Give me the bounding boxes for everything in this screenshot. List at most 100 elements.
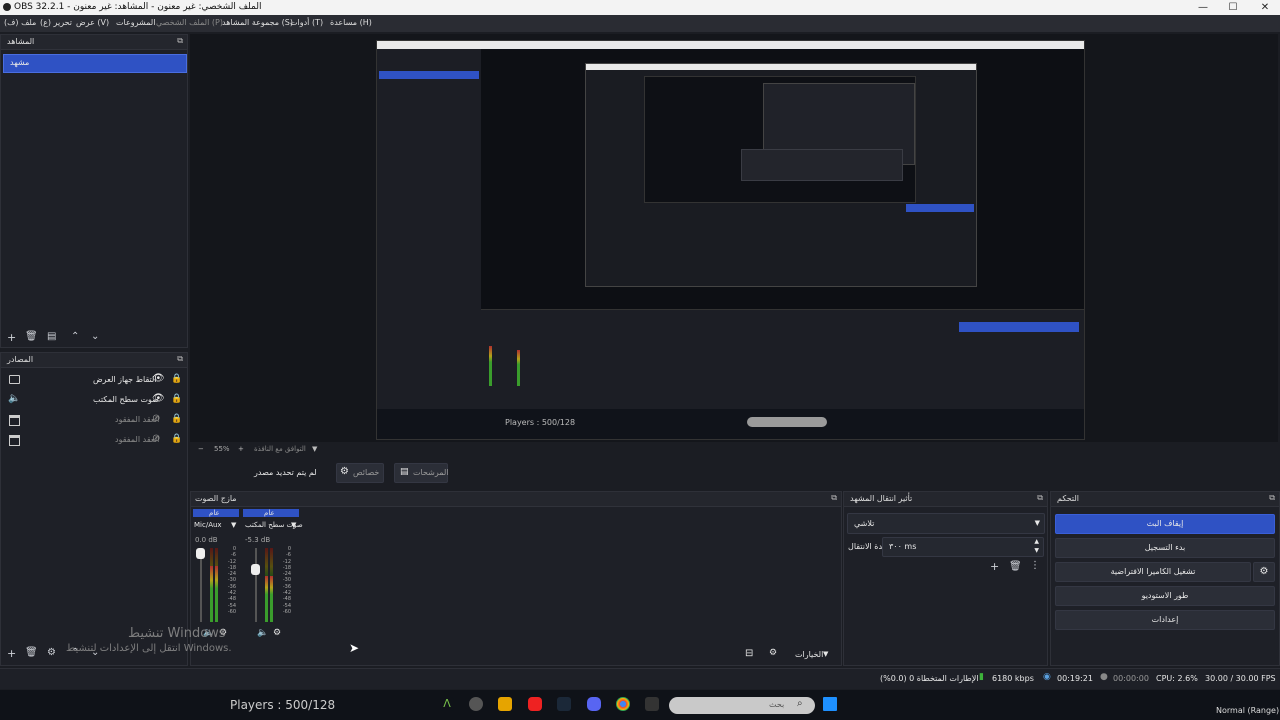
filters-button[interactable]: ▤ المرشحات [394, 463, 449, 483]
undock-icon[interactable]: ⧉ [177, 36, 183, 46]
nvidia-icon[interactable]: Λ [440, 697, 454, 711]
app-r-icon[interactable] [498, 697, 512, 711]
advanced-audio-icon[interactable]: ⚙ [769, 648, 777, 658]
scene-item[interactable]: مشهد [3, 54, 187, 73]
taskbar-app-icon[interactable] [645, 697, 659, 711]
menu-profile[interactable]: الملف الشخصي (P) [156, 18, 223, 27]
audio-mixer-panel: مازج الصوت ⧉ عام Mic/Aux ▼ 0.0 dB 0 -6 -12… [190, 491, 842, 666]
title-bar: OBS 32.2.1 - الملف الشخصي: غير معنون - ا… [0, 0, 1280, 15]
add-transition-icon[interactable]: + [990, 560, 999, 573]
chevron-down-icon[interactable]: ▼ [312, 445, 317, 453]
close-button[interactable]: ✕ [1250, 0, 1280, 15]
nested-scenes-panel [377, 49, 481, 409]
delete-source-icon[interactable]: 🗑 [25, 647, 38, 658]
minimize-button[interactable]: — [1188, 0, 1218, 15]
chevron-down-icon: ▼ [1034, 519, 1040, 527]
level-meter [265, 576, 268, 622]
menu-scene-collection[interactable]: مجموعة المشاهد (S) [222, 18, 293, 27]
channel-tag-label: عام [209, 509, 220, 517]
move-up-icon[interactable]: ⌃ [71, 331, 79, 342]
nested-preview [644, 76, 916, 203]
discord-icon[interactable] [587, 697, 601, 711]
record-icon: ● [1100, 672, 1108, 682]
scenes-header: المشاهد ⧉ [1, 35, 187, 50]
virtual-camera-button[interactable]: تشغيل الكاميرا الافتراضية [1055, 562, 1251, 582]
lock-icon[interactable]: 🔒 [171, 414, 182, 424]
properties-button[interactable]: ⚙ خصائص [336, 463, 384, 483]
zoom-in-icon[interactable]: + [238, 445, 244, 453]
volume-slider-handle[interactable] [251, 564, 260, 575]
transitions-header: تأثير انتقال المشهد ⧉ [844, 492, 1047, 507]
stepper-up-icon[interactable]: ▲ [1034, 538, 1039, 545]
lock-icon[interactable]: 🔒 [171, 434, 182, 444]
eye-hidden-icon[interactable]: ⊘ [152, 413, 160, 424]
volume-slider-track[interactable] [255, 548, 257, 622]
chrome-icon[interactable] [616, 697, 630, 711]
menu-file[interactable]: ملف (ف) [4, 18, 36, 27]
options-label[interactable]: الخيارات [795, 650, 823, 659]
undock-icon[interactable]: ⧉ [831, 493, 837, 503]
transition-select[interactable]: تلاشي ▼ [847, 513, 1045, 534]
nested-mixer [741, 149, 903, 181]
window-icon [9, 415, 20, 426]
eye-icon[interactable]: 👁 [152, 373, 165, 384]
more-options-icon[interactable]: ⋮ [1030, 560, 1040, 571]
scene-filters-icon[interactable]: ▤ [47, 331, 56, 342]
eye-hidden-icon[interactable]: ⊘ [152, 433, 160, 444]
undock-icon[interactable]: ⧉ [1037, 493, 1043, 503]
add-scene-icon[interactable]: + [7, 331, 16, 344]
filters-label: المرشحات [413, 468, 449, 477]
youtube-icon[interactable] [528, 697, 542, 711]
duration-input[interactable]: ٣٠٠ ms ▲ ▼ [882, 537, 1044, 557]
menu-tools[interactable]: أدوات (T) [290, 18, 323, 27]
mixer-layout-icon[interactable]: ⊟ [745, 648, 753, 659]
source-item[interactable]: العقد المفقود ⊘ 🔒 [1, 413, 187, 431]
source-settings-icon[interactable]: ⚙ [47, 647, 56, 658]
undock-icon[interactable]: ⧉ [177, 354, 183, 364]
channel-dropdown-icon[interactable]: ▼ [231, 521, 236, 529]
mixer-settings-icon[interactable]: ⚙ [273, 628, 281, 638]
nested-control-button [906, 204, 974, 212]
channel-dropdown-icon[interactable]: ▼ [291, 521, 296, 529]
source-item[interactable]: التقاط جهاز العرض 👁 🔒 [1, 373, 187, 391]
stepper-down-icon[interactable]: ▼ [1034, 547, 1039, 554]
maximize-button[interactable]: ☐ [1218, 0, 1248, 15]
add-source-icon[interactable]: + [7, 647, 16, 660]
source-item[interactable]: العقد المفقود ⊘ 🔒 [1, 433, 187, 451]
lock-icon[interactable]: 🔒 [171, 374, 182, 384]
sources-panel: المصادر ⧉ التقاط جهاز العرض 👁 🔒 🔈 صوت سط… [0, 352, 188, 666]
settings-button[interactable]: إعدادات [1055, 610, 1275, 630]
channel-tag-label: عام [264, 509, 275, 517]
delete-scene-icon[interactable]: 🗑 [25, 331, 38, 342]
stop-streaming-button[interactable]: إيقاف البث [1055, 514, 1275, 534]
start-recording-button[interactable]: بدء التسجيل [1055, 538, 1275, 558]
preview-area[interactable]: Players : 500/128 − 55% + التوافق مع الن… [190, 34, 1278, 453]
mute-icon[interactable]: 🔈 [257, 628, 268, 638]
lock-icon[interactable]: 🔒 [171, 394, 182, 404]
move-down-icon[interactable]: ⌄ [91, 331, 99, 342]
channel-tag: عام [243, 509, 299, 517]
activation-watermark-title: تنشيط Windows [128, 626, 226, 641]
menu-help[interactable]: مساعدة (H) [330, 18, 372, 27]
eye-icon[interactable]: 👁 [152, 393, 165, 404]
obs-taskbar-icon[interactable] [469, 697, 483, 711]
delete-transition-icon[interactable]: 🗑 [1009, 561, 1022, 572]
source-item[interactable]: 🔈 صوت سطح المكتب 👁 🔒 [1, 393, 187, 411]
zoom-out-icon[interactable]: − [198, 445, 204, 453]
steam-icon[interactable] [557, 697, 571, 711]
scale-mode[interactable]: التوافق مع النافذة [254, 445, 306, 453]
windows-start-icon[interactable] [823, 697, 837, 711]
chevron-down-icon[interactable]: ▼ [823, 650, 828, 658]
virtual-camera-settings-icon[interactable]: ⚙ [1253, 562, 1275, 582]
menu-view[interactable]: عرض (V) [76, 18, 109, 27]
volume-slider-handle[interactable] [196, 548, 205, 559]
undock-icon[interactable]: ⧉ [1269, 493, 1275, 503]
taskbar-search[interactable]: بحث ⌕ [669, 697, 815, 714]
studio-mode-button[interactable]: طور الاستوديو [1055, 586, 1275, 606]
volume-slider-track[interactable] [200, 548, 202, 622]
nested-scene-item [379, 71, 479, 79]
menu-docks[interactable]: المشروعات [116, 18, 155, 27]
scene-item-label: مشهد [10, 58, 30, 67]
source-label: التقاط جهاز العرض [93, 375, 157, 384]
menu-edit[interactable]: تحرير (ع) [40, 18, 72, 27]
